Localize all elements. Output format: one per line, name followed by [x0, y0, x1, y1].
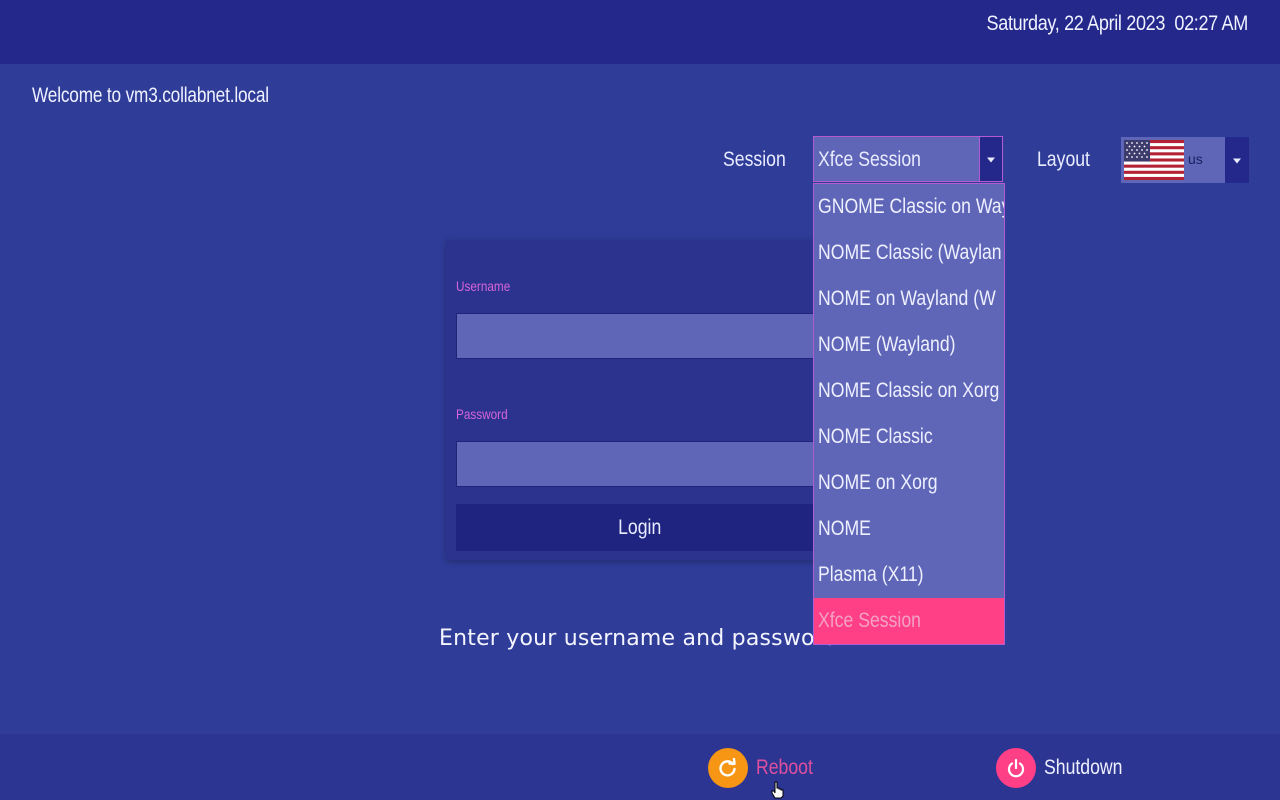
- reboot-label: Reboot: [756, 756, 813, 779]
- datetime: Saturday, 22 April 2023 02:27 AM: [986, 12, 1249, 35]
- top-bar: Saturday, 22 April 2023 02:27 AM: [0, 0, 1280, 64]
- session-options-list[interactable]: GNOME Classic on Wayl NOME Classic (Wayla…: [813, 183, 1005, 645]
- caret-down-icon: [987, 157, 995, 163]
- login-form: Username Password Login: [446, 240, 832, 560]
- password-label: Password: [456, 406, 508, 422]
- session-option-label: NOME Classic on Xorg: [818, 379, 1000, 402]
- layout-dropdown[interactable]: us: [1121, 137, 1249, 183]
- session-option-label: GNOME Classic on Wayl: [818, 195, 1004, 218]
- session-option[interactable]: NOME on Xorg: [814, 460, 1004, 506]
- session-option[interactable]: NOME Classic (Waylan: [814, 230, 1004, 276]
- session-option[interactable]: Plasma (X11): [814, 552, 1004, 598]
- session-option-label: NOME (Wayland): [818, 333, 956, 356]
- shutdown-label: Shutdown: [1044, 756, 1123, 779]
- session-option[interactable]: NOME: [814, 506, 1004, 552]
- refresh-icon: [708, 748, 748, 788]
- power-icon: [996, 748, 1036, 788]
- session-option[interactable]: NOME Classic on Xorg: [814, 368, 1004, 414]
- reboot-button[interactable]: Reboot: [708, 748, 824, 788]
- session-option-label: NOME Classic (Waylan: [818, 241, 1002, 264]
- session-option[interactable]: GNOME Classic on Wayl: [814, 184, 1004, 230]
- session-option[interactable]: NOME on Wayland (W: [814, 276, 1004, 322]
- shutdown-button[interactable]: Shutdown: [996, 748, 1137, 788]
- session-option[interactable]: NOME (Wayland): [814, 322, 1004, 368]
- session-option-label: NOME on Wayland (W: [818, 287, 996, 310]
- us-flag-icon: [1124, 140, 1184, 180]
- username-label: Username: [456, 278, 511, 294]
- session-option-label: NOME: [818, 517, 871, 540]
- login-prompt: Enter your username and password: [439, 626, 838, 651]
- session-dropdown-toggle[interactable]: [979, 137, 1002, 181]
- hand-cursor-icon: [771, 781, 784, 799]
- session-option-label: NOME Classic: [818, 425, 933, 448]
- layout-code: us: [1188, 151, 1203, 167]
- layout-dropdown-toggle[interactable]: [1225, 137, 1249, 183]
- login-button[interactable]: Login: [456, 504, 823, 551]
- session-option[interactable]: NOME Classic: [814, 414, 1004, 460]
- session-label: Session: [723, 148, 786, 171]
- session-dropdown[interactable]: Xfce Session: [813, 136, 1003, 182]
- session-option[interactable]: Xfce Session: [814, 598, 1004, 644]
- session-selected-value: Xfce Session: [818, 148, 921, 171]
- session-option-label: Plasma (X11): [818, 563, 924, 586]
- username-input[interactable]: [456, 313, 823, 359]
- session-option-label: NOME on Xorg: [818, 471, 938, 494]
- layout-label: Layout: [1037, 148, 1090, 171]
- caret-down-icon: [1233, 158, 1241, 164]
- password-input[interactable]: [456, 441, 823, 487]
- welcome-message: Welcome to vm3.collabnet.local: [32, 84, 269, 107]
- session-option-label: Xfce Session: [818, 609, 921, 632]
